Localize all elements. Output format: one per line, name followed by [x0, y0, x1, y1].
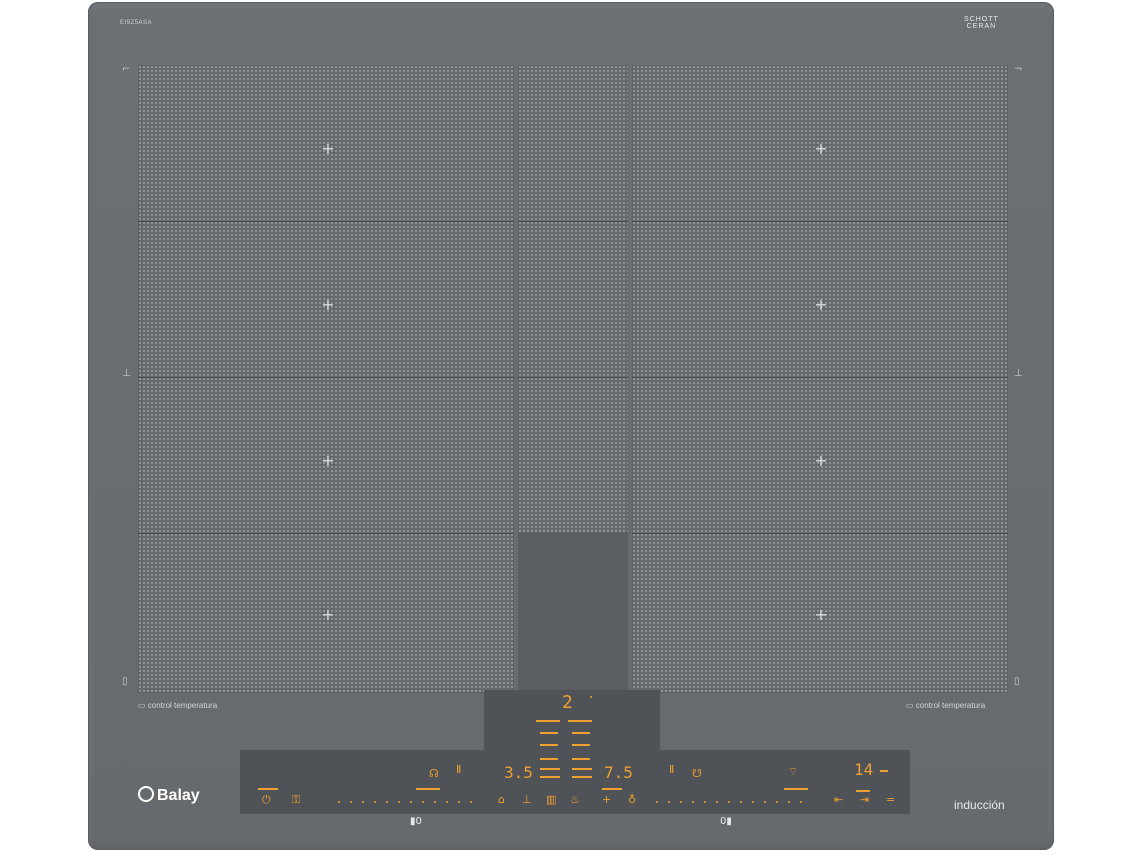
level-bar: [856, 790, 870, 792]
temp-control-label-right: ▭ control temperatura: [906, 701, 986, 710]
zone-cross-mark: +: [321, 451, 335, 470]
pan-icon: ▭: [138, 701, 148, 710]
corner-marker-icon: ⊥: [1014, 368, 1023, 379]
level-bar: [540, 758, 558, 760]
slider-dot[interactable]: [338, 801, 340, 803]
zone-cross-mark: +: [814, 451, 828, 470]
slider-dot[interactable]: [764, 801, 766, 803]
slider-dot[interactable]: [668, 801, 670, 803]
zone-left-level: 3.5: [504, 763, 533, 782]
plus-icon[interactable]: +: [602, 794, 611, 806]
pot-icon[interactable]: Ⅱ: [456, 764, 461, 776]
right-zone-marker: 0▮: [720, 816, 732, 827]
slider-dot[interactable]: [692, 801, 694, 803]
cooking-zone-center[interactable]: [518, 65, 628, 533]
zone-cross-mark: +: [321, 295, 335, 314]
slider-dot[interactable]: [800, 801, 802, 803]
zone-right-level: 7.5: [604, 763, 633, 782]
zone-cross-mark: +: [814, 139, 828, 158]
induction-hob: EI9Z5ASA SCHOTT CERAN + + + + + + + + ⌐ …: [88, 2, 1054, 850]
level-bar: [568, 720, 592, 722]
slider-bar-left: [416, 788, 440, 790]
function-icon[interactable]: ⌂: [498, 794, 505, 806]
level-bar: [540, 732, 558, 734]
slider-dot[interactable]: [470, 801, 472, 803]
slider-dot[interactable]: [728, 801, 730, 803]
level-bar: [540, 744, 558, 746]
level-bar: [572, 776, 592, 778]
function-icon[interactable]: ♨: [570, 794, 580, 806]
power-icon[interactable]: ⏻: [262, 794, 271, 806]
technology-label: inducción: [954, 798, 1005, 812]
zone-cross-mark: +: [814, 605, 828, 624]
corner-marker-icon: ¬: [1014, 64, 1023, 75]
level-bar: [536, 720, 560, 722]
balay-emblem-icon: [138, 786, 154, 802]
cooking-zone-left[interactable]: + + + +: [138, 65, 514, 693]
level-bar: [572, 732, 590, 734]
pan-icon: ▭: [906, 701, 916, 710]
heat-icon[interactable]: ☊: [429, 768, 439, 780]
level-bar: [572, 768, 592, 770]
corner-marker-icon: ⊥: [122, 368, 131, 379]
corner-marker-icon: ▯: [122, 676, 128, 687]
zone-cross-mark: +: [321, 139, 335, 158]
slider-dot[interactable]: [362, 801, 364, 803]
slider-dot[interactable]: [788, 801, 790, 803]
timer-minus-icon[interactable]: =: [886, 794, 895, 806]
top-indicator: 2: [562, 692, 573, 713]
slider-dot[interactable]: [704, 801, 706, 803]
slider-dot[interactable]: [410, 801, 412, 803]
left-zone-marker: ▮0: [410, 816, 422, 827]
glass-surface: EI9Z5ASA SCHOTT CERAN + + + + + + + + ⌐ …: [94, 8, 1048, 844]
slider-dot[interactable]: [458, 801, 460, 803]
slider-dot[interactable]: [680, 801, 682, 803]
function-icon[interactable]: ⊥: [522, 794, 532, 806]
slider-dot[interactable]: [446, 801, 448, 803]
timer-dash: [880, 770, 888, 772]
child-lock-icon[interactable]: ⚿: [292, 794, 300, 806]
pot-icon[interactable]: Ⅱ: [669, 764, 674, 776]
slider-dot[interactable]: [422, 801, 424, 803]
level-bar: [572, 758, 590, 760]
timer-left-icon[interactable]: ⇤: [834, 794, 843, 806]
wifi-icon[interactable]: ⌔: [788, 766, 798, 778]
function-icon[interactable]: ▥: [546, 794, 556, 806]
slider-dot[interactable]: [740, 801, 742, 803]
slider-dot[interactable]: [716, 801, 718, 803]
brand-logo: Balay: [138, 786, 200, 805]
slider-dot[interactable]: [350, 801, 352, 803]
slider-dot[interactable]: [752, 801, 754, 803]
corner-marker-icon: ⌐: [122, 64, 131, 75]
level-bar: [540, 776, 560, 778]
indicator-dot: [590, 696, 592, 698]
zone-cross-mark: +: [321, 605, 335, 624]
slider-bar-right: [784, 788, 808, 790]
zone-cross-mark: +: [814, 295, 828, 314]
heat-icon[interactable]: ☋: [692, 768, 702, 780]
timer-display: 14: [854, 760, 874, 779]
temp-control-label-left: ▭ control temperatura: [138, 701, 218, 710]
slider-dot[interactable]: [656, 801, 658, 803]
level-bar: [540, 768, 560, 770]
slider-dot[interactable]: [386, 801, 388, 803]
center-plain-area: [518, 533, 628, 693]
function-icon[interactable]: ♁: [628, 794, 636, 806]
model-code: EI9Z5ASA: [120, 20, 153, 26]
level-bar: [258, 788, 278, 790]
level-bar: [572, 744, 590, 746]
level-bar: [602, 788, 622, 790]
schott-ceran-logo: SCHOTT CERAN: [964, 16, 999, 30]
corner-marker-icon: ▯: [1014, 676, 1020, 687]
timer-right-icon[interactable]: ⇥: [860, 794, 869, 806]
slider-dot[interactable]: [374, 801, 376, 803]
slider-dot[interactable]: [434, 801, 436, 803]
slider-dot[interactable]: [776, 801, 778, 803]
slider-dot[interactable]: [398, 801, 400, 803]
cooking-zone-right[interactable]: + + + +: [632, 65, 1008, 693]
